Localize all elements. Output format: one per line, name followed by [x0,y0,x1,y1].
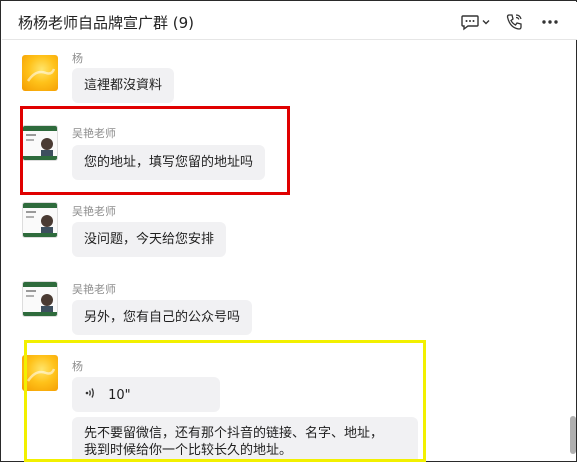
message-item: 吴艳老师 另外，您有自己的公众号吗 [2,277,568,345]
message-bubble[interactable]: 没问题，今天给您安排 [72,222,227,257]
chat-header: 杨杨老师自品牌宣广群 (9) [2,2,577,40]
avatar[interactable] [22,281,58,317]
sender-name: 吴艳老师 [72,283,116,296]
chat-bubble-icon[interactable] [459,11,481,33]
sender-name: 杨 [72,52,83,65]
highlight-box-yellow [24,340,426,462]
chat-window: 杨杨老师自品牌宣广群 (9) 杨 這裡都沒資料 吴艳老师 您的地址，填写您留的地… [0,0,577,462]
scrollbar-thumb[interactable] [570,416,576,454]
avatar[interactable] [22,55,58,91]
sender-name: 吴艳老师 [72,205,116,218]
highlight-box-red [20,106,290,195]
message-bubble[interactable]: 這裡都沒資料 [72,68,175,103]
chat-scrollbar[interactable] [569,41,577,462]
message-item: 杨 這裡都沒資料 [2,41,568,111]
message-item: 吴艳老师 没问题，今天给您安排 [2,198,568,266]
avatar[interactable] [22,202,58,238]
message-bubble[interactable]: 另外，您有自己的公众号吗 [72,300,253,335]
chevron-down-icon[interactable] [479,11,493,33]
more-dots-icon[interactable] [539,11,561,33]
group-title: 杨杨老师自品牌宣广群 (9) [18,14,195,32]
phone-call-icon[interactable] [503,11,525,33]
